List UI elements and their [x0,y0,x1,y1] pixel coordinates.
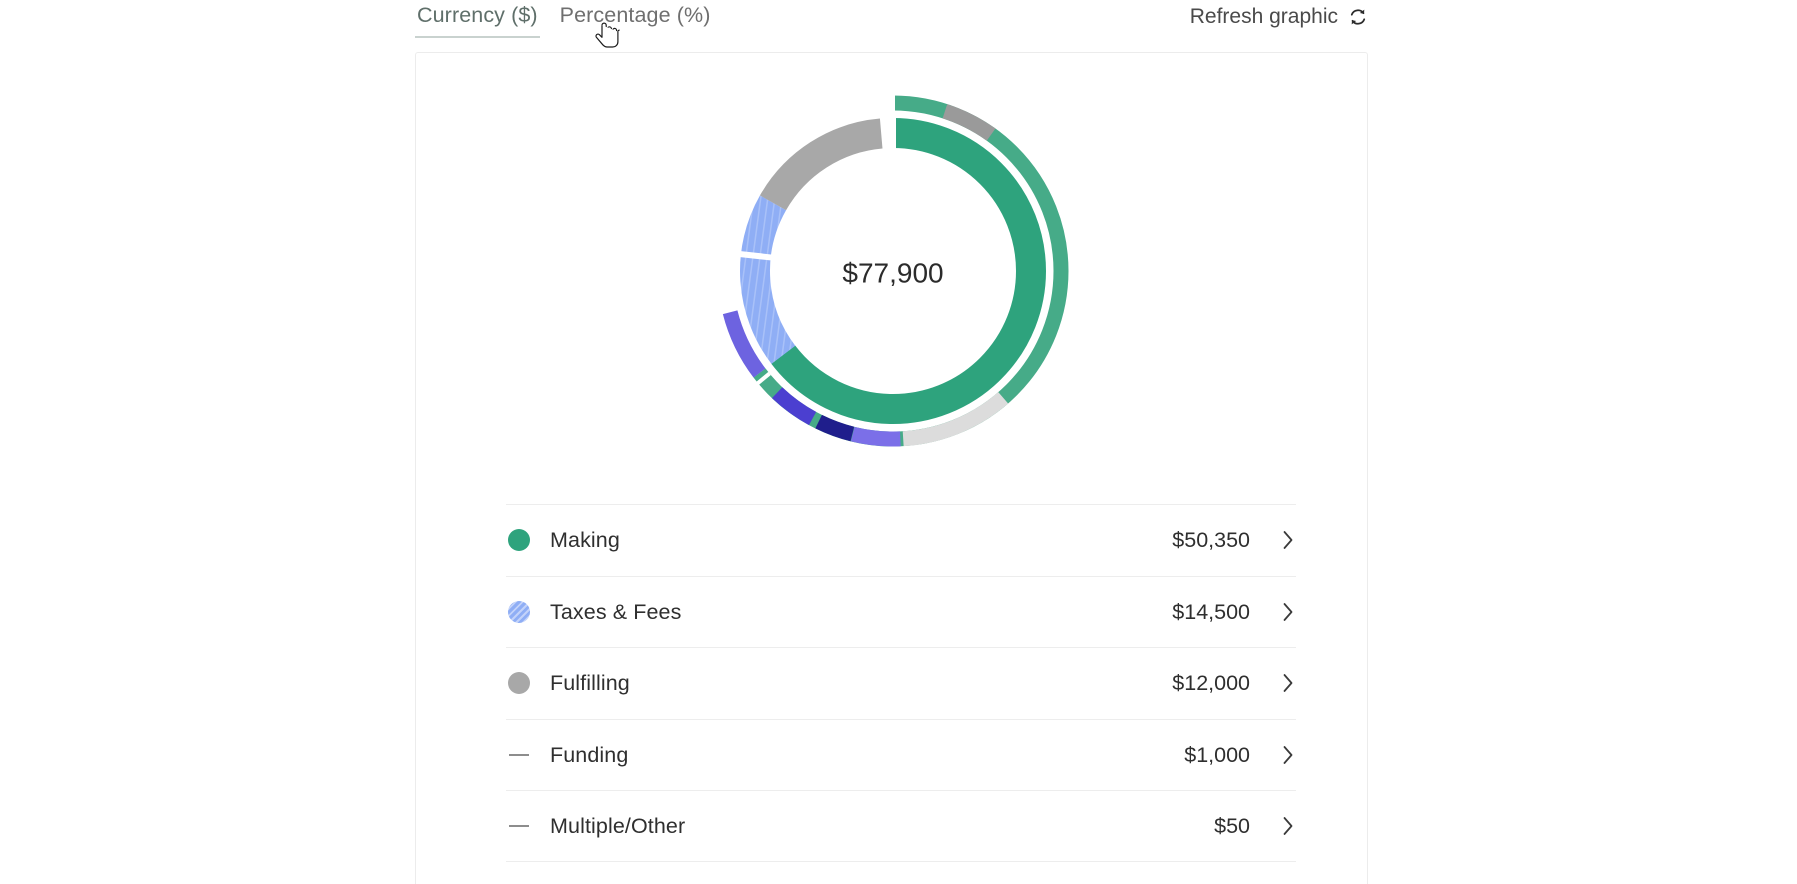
legend-marker-taxes-fees [506,601,532,623]
legend-label: Multiple/Other [550,813,1214,839]
chevron-right-icon[interactable] [1282,530,1294,550]
legend-label: Taxes & Fees [550,599,1172,625]
legend-value: $12,000 [1172,670,1250,696]
chevron-right-icon[interactable] [1282,673,1294,693]
legend-marker-making [506,529,532,551]
legend-row-making[interactable]: Making $50,350 [506,504,1296,576]
tab-percentage[interactable]: Percentage (%) [558,0,713,36]
legend-marker-funding [506,754,532,756]
chart-toolbar: Currency ($) Percentage (%) Refresh grap… [415,0,1368,40]
color-dot-icon [508,529,530,551]
chevron-right-icon[interactable] [1282,602,1294,622]
legend-row-taxes-fees[interactable]: Taxes & Fees $14,500 [506,576,1296,648]
legend-row-fulfilling[interactable]: Fulfilling $12,000 [506,647,1296,719]
tab-currency[interactable]: Currency ($) [415,0,540,38]
legend-label: Funding [550,742,1184,768]
legend-value: $1,000 [1184,742,1250,768]
chevron-right-icon[interactable] [1282,745,1294,765]
unit-tabs: Currency ($) Percentage (%) [415,0,712,38]
dash-marker-icon [509,754,529,756]
legend-label: Fulfilling [550,670,1172,696]
donut-svg: $77,900 [683,71,1103,471]
legend-row-funding[interactable]: Funding $1,000 [506,719,1296,791]
legend-value: $50,350 [1172,527,1250,553]
legend-label: Making [550,527,1172,553]
legend-marker-fulfilling [506,672,532,694]
legend-value: $50 [1214,813,1250,839]
refresh-graphic-label: Refresh graphic [1190,4,1338,30]
donut-center-value: $77,900 [842,258,943,289]
legend-row-multiple-other[interactable]: Multiple/Other $50 [506,790,1296,862]
color-dot-icon [508,672,530,694]
donut-chart: $77,900 [416,71,1369,471]
chart-panel: Currency ($) Percentage (%) Refresh grap… [0,0,1797,884]
chevron-right-icon[interactable] [1282,816,1294,836]
legend-list: Making $50,350 Taxes & Fees $14,500 [506,504,1296,862]
color-dot-icon [508,601,530,623]
dash-marker-icon [509,825,529,827]
chart-card: $77,900 Making $50,350 Taxes & Fee [415,52,1368,884]
legend-value: $14,500 [1172,599,1250,625]
refresh-graphic-button[interactable]: Refresh graphic [1190,4,1368,30]
legend-marker-multiple-other [506,825,532,827]
refresh-icon [1348,7,1368,27]
